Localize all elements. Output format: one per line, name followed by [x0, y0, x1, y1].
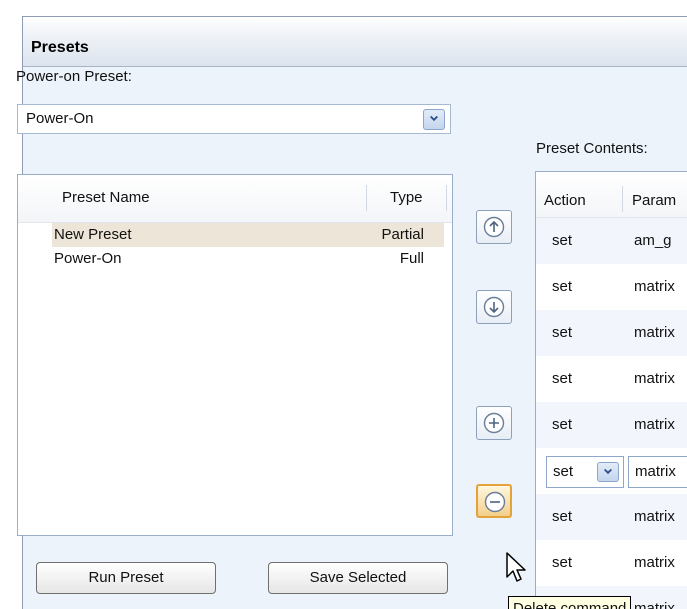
remove-icon	[484, 491, 506, 513]
table-row[interactable]: set matrix	[536, 264, 687, 310]
dropdown-button[interactable]	[423, 109, 445, 130]
row-param: matrix	[634, 554, 675, 571]
table-row[interactable]: set matrix	[536, 402, 687, 448]
column-divider[interactable]	[366, 185, 367, 211]
save-selected-button[interactable]: Save Selected	[268, 562, 448, 594]
chevron-down-icon	[430, 115, 438, 122]
row-action: set	[552, 554, 573, 571]
row-param: am_g	[634, 232, 672, 249]
row-action: set	[552, 278, 573, 295]
row-param: matrix	[634, 600, 675, 609]
preset-row-power-on[interactable]: Power-On Full	[52, 247, 444, 271]
preset-type: Partial	[381, 226, 424, 243]
column-divider[interactable]	[622, 186, 623, 212]
table-row[interactable]: set am_g	[536, 218, 687, 264]
preset-list-header: Preset Name Type	[18, 175, 452, 223]
column-header-preset-name[interactable]: Preset Name	[62, 189, 150, 206]
contents-header: Action Param	[536, 172, 687, 218]
row-action: set	[552, 416, 573, 433]
table-row[interactable]: set matrix	[536, 356, 687, 402]
param-value: matrix	[635, 463, 676, 480]
panel-header: Presets	[23, 17, 687, 67]
add-command-button[interactable]	[476, 406, 512, 440]
column-divider[interactable]	[446, 185, 447, 211]
power-on-preset-label: Power-on Preset:	[16, 68, 132, 85]
chevron-down-icon	[604, 468, 612, 475]
preset-name: New Preset	[54, 226, 132, 243]
preset-contents-label: Preset Contents:	[536, 140, 648, 157]
mouse-pointer-icon	[506, 552, 526, 582]
row-param: matrix	[634, 324, 675, 341]
row-action: set	[552, 324, 573, 341]
move-down-button[interactable]	[476, 290, 512, 324]
table-row[interactable]: set matrix	[536, 494, 687, 540]
column-header-param[interactable]: Param	[632, 192, 676, 209]
dropdown-button[interactable]	[597, 462, 619, 482]
tooltip: Delete command	[508, 596, 632, 609]
table-row[interactable]: set matrix	[536, 540, 687, 586]
row-param: matrix	[634, 416, 675, 433]
power-on-preset-dropdown[interactable]: Power-On	[17, 104, 451, 134]
move-up-button[interactable]	[476, 210, 512, 244]
row-param: matrix	[634, 370, 675, 387]
param-field[interactable]: matrix	[628, 456, 687, 488]
row-param: matrix	[634, 508, 675, 525]
table-row[interactable]: set matrix	[536, 310, 687, 356]
action-dropdown[interactable]: set	[546, 456, 624, 488]
preset-contents-table[interactable]: Action Param set am_g set matrix set mat…	[535, 171, 687, 609]
preset-name: Power-On	[54, 250, 122, 267]
panel-title: Presets	[31, 39, 89, 56]
power-on-preset-value: Power-On	[26, 110, 94, 127]
delete-command-button[interactable]	[476, 484, 512, 518]
row-action: set	[552, 232, 573, 249]
preset-list[interactable]: Preset Name Type New Preset Partial Powe…	[17, 174, 453, 536]
add-icon	[483, 412, 505, 434]
action-value: set	[553, 463, 574, 480]
preset-row-new-preset[interactable]: New Preset Partial	[52, 223, 444, 247]
table-row-editing[interactable]: set matrix	[536, 448, 687, 494]
arrow-up-icon	[483, 216, 505, 238]
row-param: matrix	[634, 278, 675, 295]
run-preset-button[interactable]: Run Preset	[36, 562, 216, 594]
preset-type: Full	[399, 250, 424, 267]
row-action: set	[552, 370, 573, 387]
row-action: set	[552, 508, 573, 525]
arrow-down-icon	[483, 296, 505, 318]
column-header-action[interactable]: Action	[544, 192, 586, 209]
column-header-type[interactable]: Type	[390, 189, 423, 206]
